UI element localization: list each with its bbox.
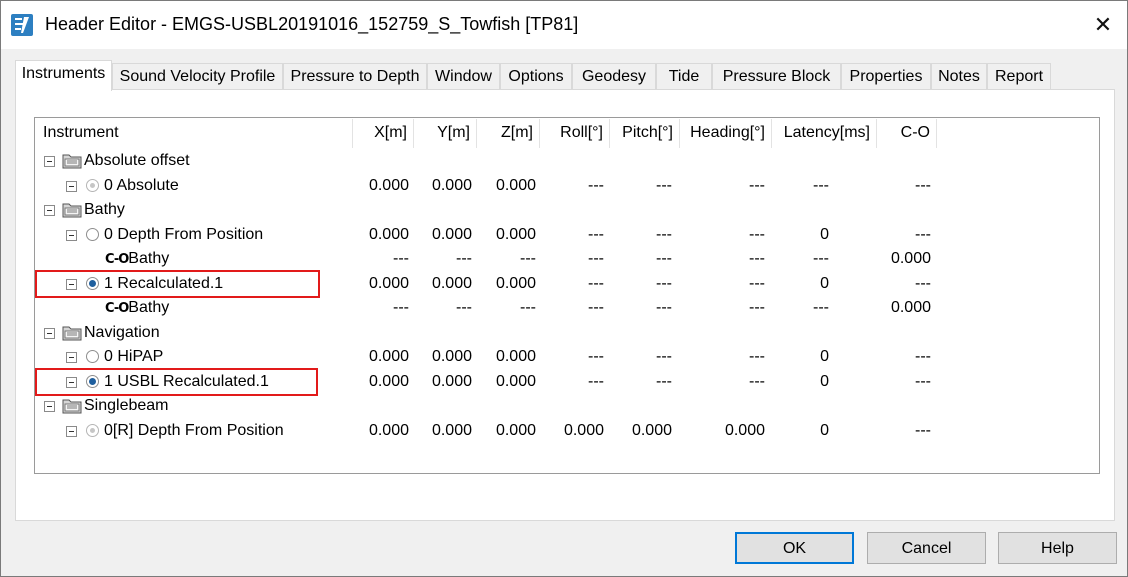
tree-group-row[interactable]: Singlebeam [35, 394, 1099, 418]
radio-icon[interactable] [86, 178, 99, 192]
value-cell: --- [813, 250, 829, 267]
tab-window[interactable]: Window [427, 63, 500, 89]
value-cell: --- [915, 421, 931, 439]
value-cell: --- [813, 176, 829, 194]
ok-button[interactable]: OK [735, 532, 854, 564]
value-cell: 0 [820, 372, 829, 390]
value-cell: --- [656, 225, 672, 243]
highlight-box [35, 269, 320, 298]
instrument-row[interactable]: 0 HiPAP 0.000 0.000 0.000 --- --- --- 0 --- [35, 345, 1099, 369]
collapse-icon[interactable] [44, 327, 55, 339]
group-label: Singlebeam [84, 397, 169, 414]
radio-icon[interactable] [86, 227, 99, 241]
collapse-icon[interactable] [66, 425, 77, 437]
value-cell: 0.000 [890, 299, 931, 316]
co-prefix: C-O [105, 252, 129, 267]
highlight-box [35, 367, 318, 396]
instrument-row[interactable]: 0 Absolute 0.000 0.000 0.000 --- --- --- --- --- [35, 174, 1099, 198]
tab-report[interactable]: Report [987, 63, 1051, 89]
value-cell: --- [915, 225, 931, 243]
folder-icon [62, 152, 82, 169]
instrument-row[interactable]: 0 Depth From Position 0.000 0.000 0.000 --- -… [35, 223, 1099, 247]
folder-icon [62, 324, 82, 341]
instruments-panel: Instrument X[m] Y[m] Z[m] Roll[°] Pitch[°] Hea… [15, 89, 1115, 521]
title-bar: Header Editor - EMGS-USBL20191016_152759… [1, 1, 1127, 49]
collapse-icon[interactable] [44, 205, 55, 216]
column-header-z-m[interactable]: Z[m] [477, 119, 540, 148]
close-icon[interactable]: ✕ [1089, 11, 1117, 39]
tree-group-row[interactable]: Bathy [35, 198, 1099, 222]
instrument-tree[interactable]: Instrument X[m] Y[m] Z[m] Roll[°] Pitch[°] Hea… [34, 117, 1100, 474]
collapse-icon[interactable] [44, 156, 55, 167]
value-cell: --- [656, 299, 672, 316]
column-header-x-m[interactable]: X[m] [353, 119, 414, 148]
collapse-icon[interactable] [66, 180, 77, 192]
group-label: Bathy [84, 201, 125, 218]
window-title: Header Editor - EMGS-USBL20191016_152759… [45, 14, 579, 34]
collapse-icon[interactable] [66, 229, 77, 241]
tree-group-row[interactable]: Navigation [35, 321, 1099, 345]
tab-tide[interactable]: Tide [656, 63, 712, 89]
tab-instruments[interactable]: Instruments [15, 60, 112, 91]
value-cell: --- [656, 348, 672, 365]
instrument-label: 0 Absolute [104, 176, 179, 194]
tab-pressure-block[interactable]: Pressure Block [712, 63, 841, 89]
value-cell: --- [915, 274, 931, 292]
value-cell: 0 [820, 225, 829, 243]
tab-geodesy[interactable]: Geodesy [572, 63, 656, 89]
value-cell: --- [915, 372, 931, 390]
co-name: Bathy [128, 250, 170, 267]
instrument-label: 0 Depth From Position [104, 225, 264, 243]
co-row[interactable]: C-OBathy --- --- --- --- --- --- --- 0.000 [35, 247, 1099, 271]
column-header-latency-ms[interactable]: Latency[ms] [772, 119, 877, 148]
cancel-button[interactable]: Cancel [867, 532, 986, 564]
column-header-pitch[interactable]: Pitch[°] [610, 119, 680, 148]
radio-icon[interactable] [86, 350, 99, 363]
tab-strip: Instruments Sound Velocity Profile Pressur… [15, 60, 1115, 91]
value-cell: --- [813, 299, 829, 316]
co-name: Bathy [128, 299, 170, 316]
help-button[interactable]: Help [998, 532, 1117, 564]
column-header-y-m[interactable]: Y[m] [414, 119, 477, 148]
group-label: Navigation [84, 323, 160, 341]
app-icon [11, 14, 33, 36]
value-cell: 0.000 [890, 250, 931, 267]
collapse-icon[interactable] [44, 401, 55, 412]
co-label: C-OBathy [105, 296, 169, 320]
co-prefix: C-O [105, 301, 129, 316]
folder-icon [62, 201, 82, 218]
column-header-roll[interactable]: Roll[°] [540, 119, 610, 148]
co-label: C-OBathy [105, 247, 169, 271]
folder-icon [62, 397, 82, 414]
column-header-c-o[interactable]: C-O [877, 119, 937, 148]
tab-pressure-to-depth[interactable]: Pressure to Depth [283, 63, 427, 89]
value-cell: 0.000 [631, 421, 672, 439]
instrument-label: 0[R] Depth From Position [104, 421, 284, 439]
value-cell: --- [656, 274, 672, 292]
tab-notes[interactable]: Notes [931, 63, 987, 89]
column-header-heading[interactable]: Heading[°] [680, 119, 772, 148]
value-cell: 0 [820, 274, 829, 292]
value-cell: --- [915, 348, 931, 365]
tab-properties[interactable]: Properties [841, 63, 931, 89]
instrument-row[interactable]: 0[R] Depth From Position 0.000 0.000 0.000 0… [35, 419, 1099, 443]
collapse-icon[interactable] [66, 352, 77, 363]
co-row[interactable]: C-OBathy --- --- --- --- --- --- --- 0.000 [35, 296, 1099, 320]
value-cell: --- [656, 372, 672, 390]
tree-group-row[interactable]: Absolute offset [35, 149, 1099, 173]
column-header-instrument[interactable]: Instrument [35, 119, 353, 148]
tab-sound-velocity-profile[interactable]: Sound Velocity Profile [112, 63, 283, 89]
value-cell: --- [656, 176, 672, 194]
instrument-label: 0 HiPAP [104, 348, 164, 365]
value-cell: 0 [820, 348, 829, 365]
value-cell: 0 [820, 421, 829, 439]
value-cell: --- [915, 176, 931, 194]
tab-options[interactable]: Options [500, 63, 572, 89]
header-editor-window: Header Editor - EMGS-USBL20191016_152759… [0, 0, 1128, 577]
group-label: Absolute offset [84, 152, 190, 169]
radio-icon[interactable] [86, 423, 99, 437]
value-cell: --- [656, 250, 672, 267]
